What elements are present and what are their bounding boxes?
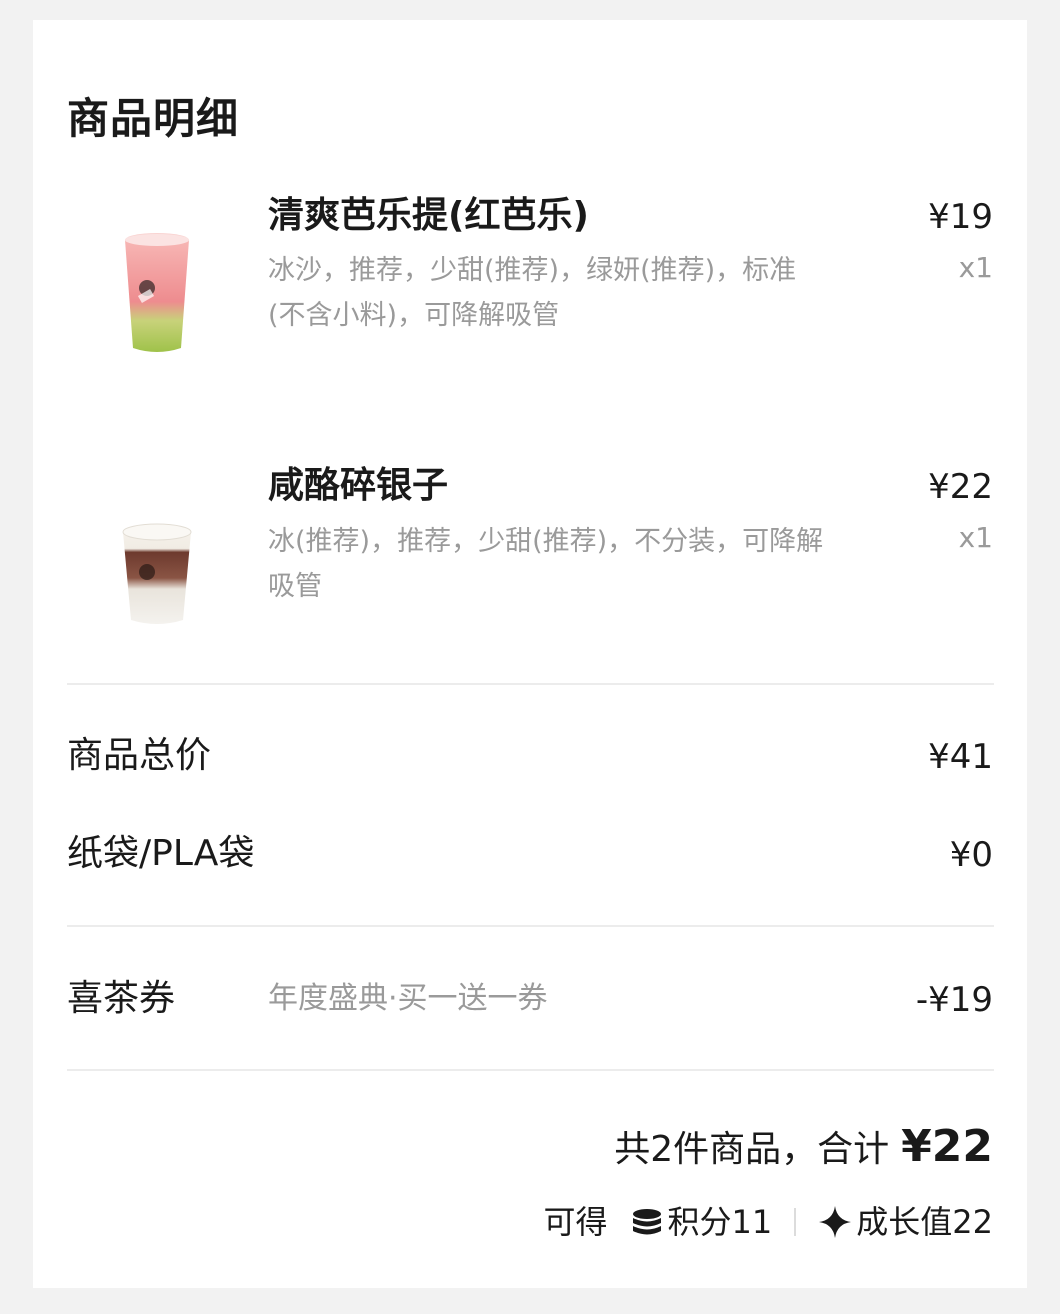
item-quantity: x1	[958, 521, 993, 554]
divider	[67, 683, 994, 685]
item-options: 冰(推荐)，推荐，少甜(推荐)，不分装，可降解吸管	[268, 526, 824, 602]
coin-stack-icon	[632, 1209, 661, 1235]
rewards-line: 可得 积分11 成长值22	[544, 1205, 993, 1239]
points-text: 积分11	[667, 1203, 773, 1241]
total-amount: ¥22	[901, 1121, 993, 1172]
order-total: 共2件商品，合计 ¥22	[614, 1120, 993, 1172]
divider	[67, 925, 994, 927]
item-price: ¥19	[928, 197, 993, 237]
drink-image-brown	[122, 523, 192, 624]
item-price: ¥22	[928, 467, 993, 507]
coupon-value: -¥19	[915, 980, 993, 1020]
drink-image-pink	[125, 233, 189, 352]
coupon-label: 喜茶券	[67, 978, 176, 1019]
divider	[67, 1069, 994, 1071]
item-name: 咸酪碎银子	[268, 465, 449, 506]
growth-text: 成长值22	[856, 1203, 993, 1241]
section-title: 商品明细	[67, 94, 240, 143]
rewards-prefix: 可得	[543, 1203, 608, 1241]
subtotal-value: ¥41	[928, 737, 993, 777]
bag-label: 纸袋/PLA袋	[67, 833, 255, 874]
item-name: 清爽芭乐提(红芭乐)	[268, 195, 589, 236]
bag-value: ¥0	[949, 835, 993, 875]
item-quantity: x1	[958, 251, 993, 284]
sparkle-star-icon	[819, 1206, 852, 1238]
order-details-card: 商品明细 清爽芭乐提(红芭乐) 冰沙，推荐，少甜(推荐)，绿妍(推荐)，标准(不…	[33, 20, 1027, 1288]
coupon-note: 年度盛典·买一送一券	[268, 981, 548, 1016]
item-options: 冰沙，推荐，少甜(推荐)，绿妍(推荐)，标准(不含小料)，可降解吸管	[268, 255, 797, 331]
subtotal-label: 商品总价	[67, 735, 212, 776]
reward-separator	[794, 1208, 797, 1236]
total-text: 共2件商品，合计	[614, 1129, 890, 1170]
